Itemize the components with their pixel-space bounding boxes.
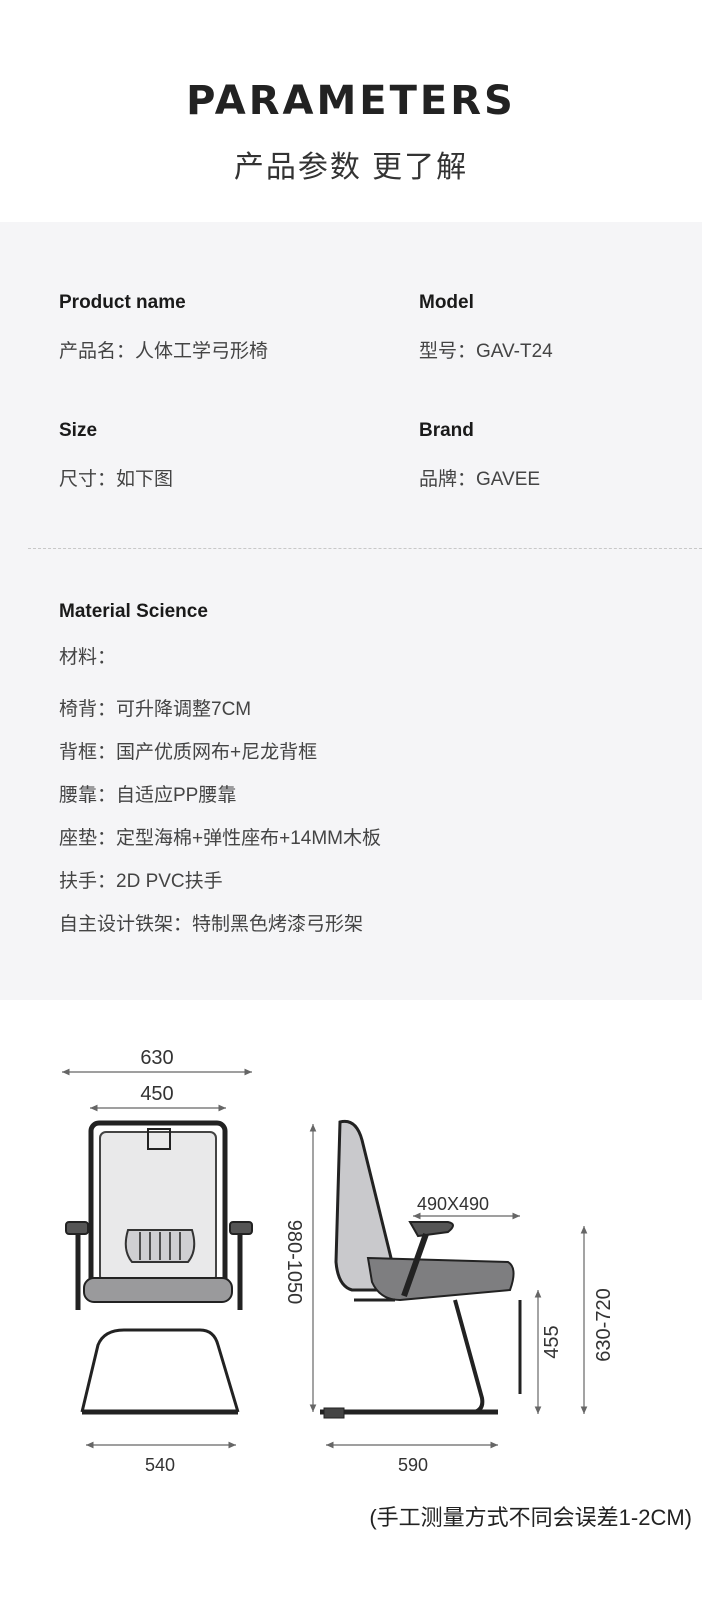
product-name-label: Product name	[59, 292, 186, 313]
product-name-value: 产品名：人体工学弓形椅	[59, 341, 269, 362]
material-item-back-frame: 背框：国产优质网布+尼龙背框	[59, 742, 318, 763]
dim-label-seat-height: 455	[541, 1325, 563, 1358]
front-view-chair	[65, 1120, 253, 1415]
material-item-frame: 自主设计铁架：特制黑色烤漆弓形架	[59, 914, 364, 935]
dimension-diagram: 630 450 540 980-1050 490X490 455 630-720…	[62, 1047, 615, 1475]
dim-label-seat: 490X490	[417, 1194, 489, 1214]
brand-value: 品牌：GAVEE	[419, 469, 541, 490]
material-label: Material Science	[59, 601, 208, 622]
material-intro: 材料：	[59, 647, 117, 668]
material-item-armrest: 扶手：2D PVC扶手	[59, 871, 223, 892]
measurement-note: (手工测量方式不同会误差1-2CM)	[369, 1505, 692, 1530]
dim-label-590: 590	[398, 1455, 428, 1475]
header: PARAMETERS 产品参数 更了解	[0, 0, 702, 222]
dim-label-450: 450	[140, 1083, 173, 1105]
dim-label-armrest-height: 630-720	[593, 1288, 615, 1361]
dim-label-630: 630	[140, 1047, 173, 1069]
material-item-cushion: 座垫：定型海棉+弹性座布+14MM木板	[59, 828, 381, 849]
brand-label: Brand	[419, 420, 474, 441]
side-view-chair	[320, 1119, 522, 1419]
dim-label-height: 980-1050	[283, 1220, 305, 1305]
model-value: 型号：GAV-T24	[419, 341, 553, 362]
size-label: Size	[59, 420, 98, 441]
model-label: Model	[419, 292, 474, 313]
page-title: PARAMETERS	[186, 78, 516, 124]
page-subtitle: 产品参数 更了解	[233, 151, 469, 184]
section-divider	[28, 548, 702, 549]
size-value: 尺寸：如下图	[59, 469, 174, 490]
material-item-backrest: 椅背：可升降调整7CM	[59, 699, 252, 720]
dim-label-540: 540	[145, 1455, 175, 1475]
material-item-lumbar: 腰靠：自适应PP腰靠	[59, 785, 237, 806]
